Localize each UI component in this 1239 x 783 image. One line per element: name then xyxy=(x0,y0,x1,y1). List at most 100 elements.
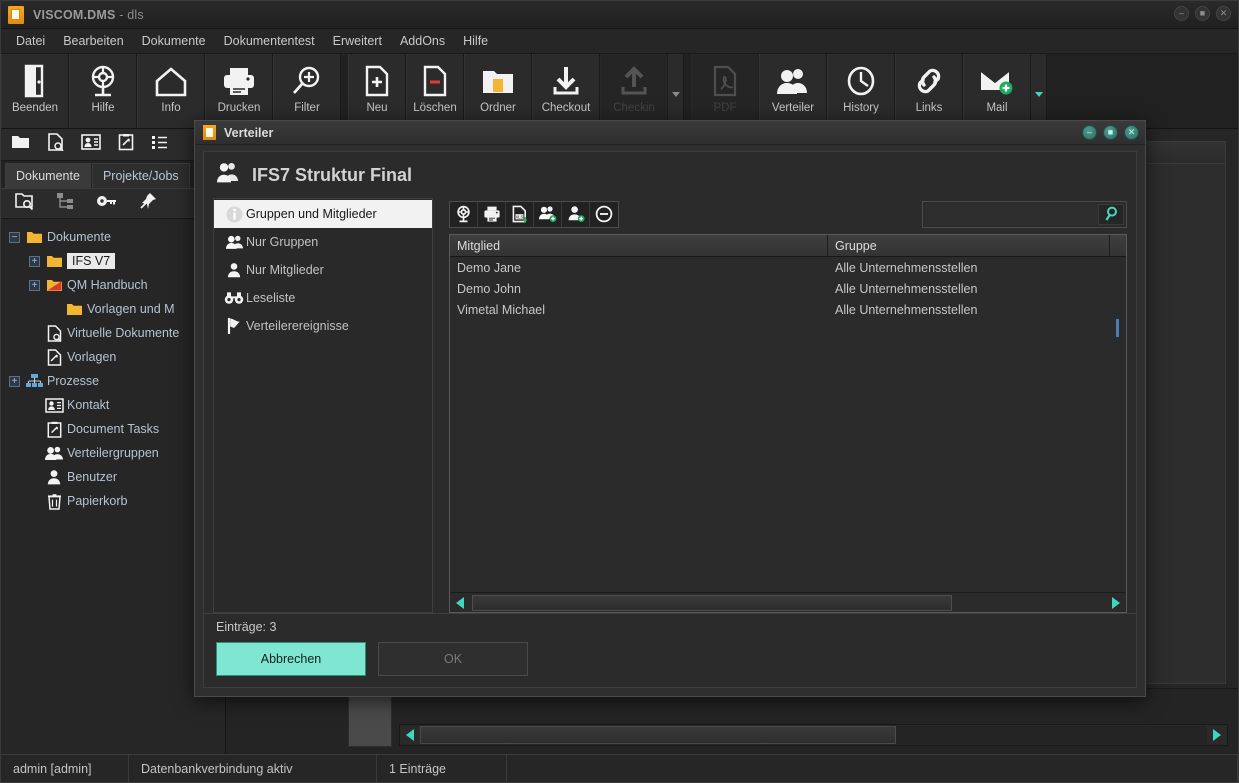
scroll-left-arrow-icon[interactable] xyxy=(450,593,470,613)
tree-item-dokumente[interactable]: − Dokumente xyxy=(5,225,225,249)
checkin-dropdown-button[interactable] xyxy=(668,54,684,128)
tree-item-papierkorb[interactable]: Papierkorb xyxy=(5,489,225,513)
nav-item-gruppen-und-mitglieder[interactable]: Gruppen und Mitglieder xyxy=(214,200,432,228)
remove-button[interactable] xyxy=(590,202,618,227)
print-button[interactable] xyxy=(478,201,506,227)
ribbon-button-loeschen[interactable]: Löschen xyxy=(406,54,464,128)
ribbon-button-neu[interactable]: Neu xyxy=(348,54,406,128)
menu-bearbeiten[interactable]: Bearbeiten xyxy=(54,31,132,51)
refresh-lifebuoy-button[interactable] xyxy=(450,201,478,227)
table-row[interactable]: Demo John Alle Unternehmensstellen xyxy=(450,278,1126,299)
table-horizontal-scrollbar[interactable] xyxy=(450,592,1126,612)
scroll-thumb[interactable] xyxy=(472,594,952,611)
folder-icon[interactable] xyxy=(11,134,30,155)
ribbon-button-checkout[interactable]: Checkout xyxy=(532,54,600,128)
column-header-mitglied[interactable]: Mitglied xyxy=(450,235,828,256)
menu-addons[interactable]: AddOns xyxy=(391,31,454,51)
menu-datei[interactable]: Datei xyxy=(7,31,54,51)
dialog-close-button[interactable]: ✕ xyxy=(1124,125,1139,140)
tree-item-vorlagen-und-m[interactable]: Vorlagen und M xyxy=(5,297,225,321)
document-search-icon[interactable] xyxy=(47,133,64,156)
dialog-minimize-button[interactable]: – xyxy=(1082,125,1097,140)
ribbon-button-mail[interactable]: Mail xyxy=(963,54,1031,128)
scroll-right-arrow-icon[interactable] xyxy=(1106,593,1126,613)
search-icon xyxy=(1104,206,1117,221)
add-member-button[interactable] xyxy=(562,201,590,227)
cancel-button[interactable]: Abbrechen xyxy=(216,642,366,676)
menu-hilfe[interactable]: Hilfe xyxy=(454,31,497,51)
tree-item-benutzer[interactable]: Benutzer xyxy=(5,465,225,489)
ribbon-button-hilfe[interactable]: Hilfe xyxy=(69,54,137,128)
preview-strip xyxy=(227,688,1238,754)
table-vertical-scrollbar[interactable] xyxy=(1112,257,1126,592)
ribbon-button-info[interactable]: Info xyxy=(137,54,205,128)
tree-structure-icon[interactable] xyxy=(56,192,75,215)
tree-item-prozesse[interactable]: + Prozesse xyxy=(5,369,225,393)
folder-search-icon[interactable] xyxy=(15,192,35,215)
ribbon-button-beenden[interactable]: Beenden xyxy=(1,54,69,128)
pin-icon[interactable] xyxy=(139,192,157,215)
scroll-right-arrow-icon[interactable] xyxy=(1207,725,1227,745)
ribbon-label: Verteiler xyxy=(771,102,815,114)
expand-spacer xyxy=(29,496,40,507)
scroll-track[interactable] xyxy=(420,726,1207,744)
column-header-gruppe[interactable]: Gruppe xyxy=(828,235,1110,256)
tree-item-verteilergruppen[interactable]: Verteilergruppen xyxy=(5,441,225,465)
dialog-right-pane: XLS Mitglied Gruppe Demo Jane Alle Unter… xyxy=(449,198,1127,613)
ribbon-button-history[interactable]: History xyxy=(827,54,895,128)
expand-toggle[interactable]: + xyxy=(9,375,20,387)
maximize-button[interactable]: ■ xyxy=(1195,6,1210,21)
dialog-maximize-button[interactable]: ■ xyxy=(1103,125,1118,140)
ribbon-button-filter[interactable]: Filter xyxy=(273,54,341,128)
cell-mitglied: Vimetal Michael xyxy=(457,302,546,317)
preview-horizontal-scrollbar[interactable] xyxy=(399,724,1228,746)
tree-item-vorlagen[interactable]: Vorlagen xyxy=(5,345,225,369)
thumbnail-preview[interactable] xyxy=(348,691,392,747)
nav-item-nur-gruppen[interactable]: Nur Gruppen xyxy=(214,228,432,256)
ribbon-button-drucken[interactable]: Drucken xyxy=(205,54,273,128)
expand-toggle[interactable]: + xyxy=(29,279,40,291)
ok-button[interactable]: OK xyxy=(378,642,528,676)
document-plus-icon xyxy=(364,62,390,100)
tree-item-virtuelle-dokumente[interactable]: Virtuelle Dokumente xyxy=(5,321,225,345)
list-icon[interactable] xyxy=(151,134,168,155)
tree-item-document-tasks[interactable]: Document Tasks xyxy=(5,417,225,441)
close-button[interactable]: ✕ xyxy=(1216,6,1231,21)
table-row[interactable]: Demo Jane Alle Unternehmensstellen xyxy=(450,257,1126,278)
menu-dokumententest[interactable]: Dokumententest xyxy=(215,31,324,51)
minimize-button[interactable]: – xyxy=(1174,6,1189,21)
scroll-track[interactable] xyxy=(470,594,1106,611)
menu-dokumente[interactable]: Dokumente xyxy=(133,31,215,51)
tab-dokumente[interactable]: Dokumente xyxy=(5,163,91,188)
svg-text:XLS: XLS xyxy=(515,214,523,219)
nav-item-nur-mitglieder[interactable]: Nur Mitglieder xyxy=(214,256,432,284)
ribbon-button-ordner[interactable]: Ordner xyxy=(464,54,532,128)
export-xls-button[interactable]: XLS xyxy=(506,201,534,227)
scroll-thumb[interactable] xyxy=(420,726,896,744)
clipboard-edit-icon[interactable] xyxy=(118,133,134,156)
nav-item-verteilerereignisse[interactable]: Verteilerereignisse xyxy=(214,312,432,340)
add-group-button[interactable] xyxy=(534,201,562,227)
tab-projekte-jobs[interactable]: Projekte/Jobs xyxy=(91,163,190,188)
tree-item-kontakt[interactable]: Kontakt xyxy=(5,393,225,417)
nav-item-label: Nur Gruppen xyxy=(246,235,319,249)
ribbon-button-checkin[interactable]: Checkin xyxy=(600,54,668,128)
search-button[interactable] xyxy=(1098,203,1124,225)
contact-card-icon[interactable] xyxy=(81,134,101,155)
expand-toggle[interactable]: + xyxy=(29,255,40,267)
nav-item-leseliste[interactable]: Leseliste xyxy=(214,284,432,312)
table-row[interactable]: Vimetal Michael Alle Unternehmensstellen xyxy=(450,299,1126,320)
scroll-left-arrow-icon[interactable] xyxy=(400,725,420,745)
ribbon-button-pdf[interactable]: PDF xyxy=(691,54,759,128)
ribbon-button-verteiler[interactable]: Verteiler xyxy=(759,54,827,128)
status-connection: Datenbankverbindung aktiv xyxy=(129,755,377,782)
ribbon-button-links[interactable]: Links xyxy=(895,54,963,128)
search-input[interactable] xyxy=(925,203,1098,225)
collapse-toggle[interactable]: − xyxy=(9,231,20,243)
tree-item-qm-handbuch[interactable]: + QM Handbuch xyxy=(5,273,225,297)
search-box[interactable] xyxy=(922,200,1127,228)
mail-dropdown-button[interactable] xyxy=(1031,54,1047,128)
key-icon[interactable] xyxy=(96,194,118,213)
menu-erweitert[interactable]: Erweitert xyxy=(324,31,391,51)
tree-item-ifs-v7[interactable]: + IFS V7 xyxy=(5,249,225,273)
